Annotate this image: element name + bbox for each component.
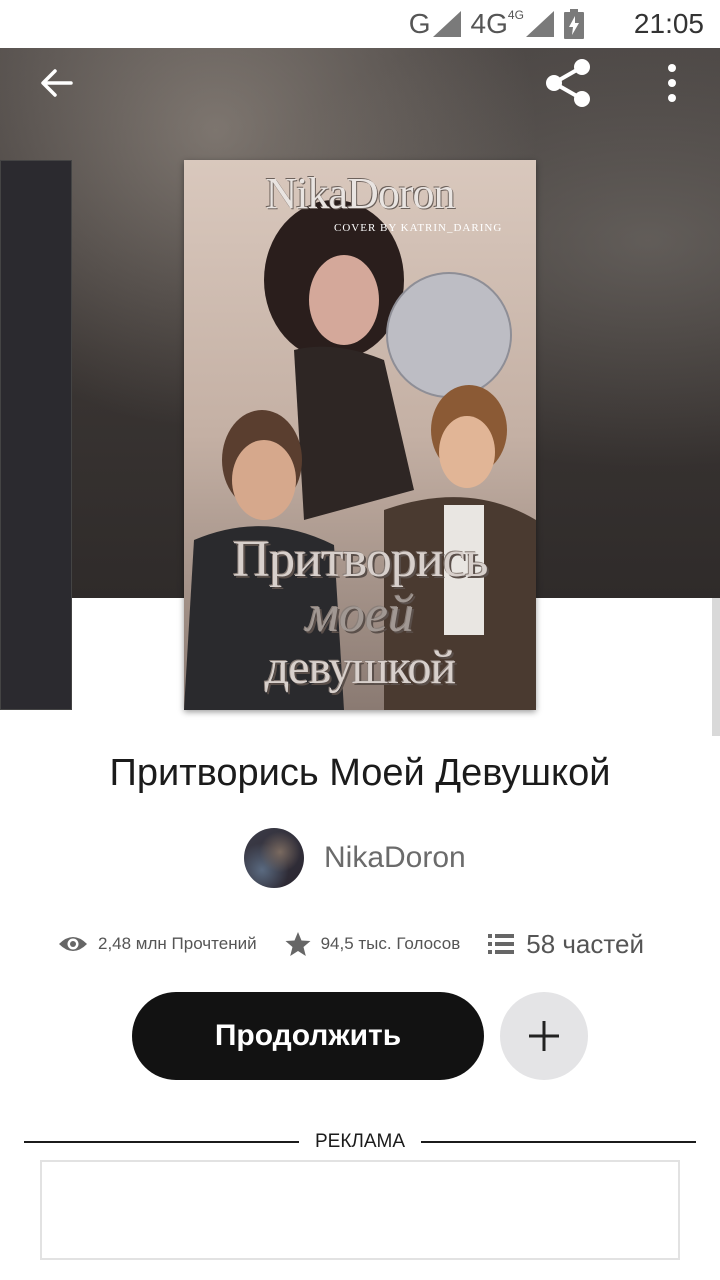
- book-stats: 2,48 млн Прочтений 94,5 тыс. Голосов 58 …: [58, 922, 678, 966]
- plus-icon: [529, 1021, 559, 1051]
- book-title: Притворись Моей Девушкой: [109, 752, 611, 794]
- arrow-left-icon: [41, 69, 73, 97]
- share-icon: [546, 59, 590, 107]
- continue-reading-button[interactable]: Продолжить: [132, 992, 484, 1080]
- cover-credit-text: COVER BY KATRIN_DARING: [334, 222, 503, 234]
- network-indicator-4g: 4G 4G: [471, 8, 554, 40]
- book-cover[interactable]: NikaDoron COVER BY KATRIN_DARING Притвор…: [184, 160, 536, 710]
- author-link[interactable]: NikaDoron: [244, 828, 466, 888]
- votes-stat: 94,5 тыс. Голосов: [285, 931, 461, 957]
- previous-book-cover[interactable]: [0, 160, 72, 710]
- network-type-label-4g: 4G: [470, 8, 508, 39]
- parts-count[interactable]: 58 частей: [526, 929, 644, 960]
- network-indicator-g: G: [409, 8, 461, 40]
- parts-stat[interactable]: 58 частей: [488, 929, 644, 960]
- eye-icon: [59, 937, 87, 951]
- more-vertical-icon: [668, 64, 676, 102]
- signal-icon: [432, 11, 461, 37]
- cover-title-line-1: Притворись: [232, 531, 489, 588]
- status-time: 21:05: [633, 8, 704, 39]
- reads-count: 2,48 млн Прочтений: [98, 934, 257, 953]
- status-bar: G 4G 4G 21:05: [0, 0, 720, 48]
- divider-line: [421, 1141, 696, 1143]
- ad-divider: РЕКЛАМА: [24, 1130, 696, 1154]
- add-to-library-button[interactable]: [500, 992, 588, 1080]
- network-type-small-label: 4G: [507, 8, 524, 22]
- signal-icon: [525, 11, 554, 37]
- author-name[interactable]: NikaDoron: [324, 841, 466, 875]
- ad-label: РЕКЛАМА: [314, 1131, 406, 1152]
- more-options-button[interactable]: [644, 55, 700, 111]
- scrollbar[interactable]: [712, 598, 720, 736]
- reads-stat: 2,48 млн Прочтений: [58, 934, 257, 954]
- author-avatar[interactable]: [244, 828, 304, 888]
- cover-title-line-2: моей: [305, 586, 415, 643]
- battery-charging-icon: [563, 9, 584, 39]
- cover-title-line-3: девушкой: [264, 641, 456, 694]
- network-type-label: G: [408, 8, 431, 39]
- star-icon: [285, 932, 311, 956]
- list-icon: [488, 934, 515, 954]
- share-button[interactable]: [540, 55, 596, 111]
- cover-brand-text: NikaDoron: [265, 169, 456, 218]
- votes-count: 94,5 тыс. Голосов: [320, 934, 461, 953]
- back-button[interactable]: [28, 55, 84, 111]
- ad-slot[interactable]: [40, 1160, 680, 1260]
- divider-line: [24, 1141, 299, 1143]
